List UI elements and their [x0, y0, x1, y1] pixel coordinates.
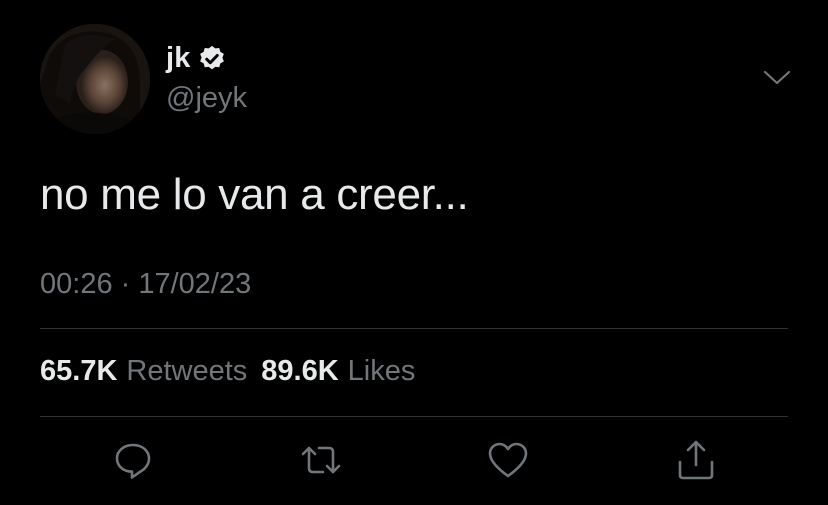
engagement-stats: 65.7K Retweets 89.6K Likes	[40, 355, 429, 388]
tweet-detail: jk @jeyk no me lo van a creer... 00:26 ·…	[0, 0, 828, 505]
tweet-text: no me lo van a creer...	[40, 170, 469, 219]
retweet-button[interactable]	[299, 438, 343, 482]
like-button[interactable]	[486, 438, 530, 482]
name-row: jk	[166, 42, 227, 75]
avatar-image	[40, 24, 150, 134]
reply-icon	[115, 443, 151, 479]
retweets-count[interactable]: 65.7K	[40, 355, 117, 388]
reply-button[interactable]	[111, 438, 155, 482]
retweets-label[interactable]: Retweets	[126, 355, 247, 388]
likes-label[interactable]: Likes	[348, 355, 416, 388]
divider	[40, 416, 788, 417]
action-bar	[0, 438, 828, 482]
share-icon	[678, 440, 714, 480]
display-name[interactable]: jk	[166, 42, 191, 75]
share-button[interactable]	[674, 438, 718, 482]
likes-count[interactable]: 89.6K	[261, 355, 338, 388]
user-handle[interactable]: @jeyk	[166, 82, 247, 115]
heart-icon	[488, 442, 528, 478]
verified-badge-icon	[197, 44, 227, 74]
avatar[interactable]	[40, 24, 150, 134]
tweet-timestamp[interactable]: 00:26 · 17/02/23	[40, 268, 251, 301]
chevron-down-icon[interactable]	[762, 68, 792, 88]
retweet-icon	[301, 446, 341, 474]
divider	[40, 328, 788, 329]
